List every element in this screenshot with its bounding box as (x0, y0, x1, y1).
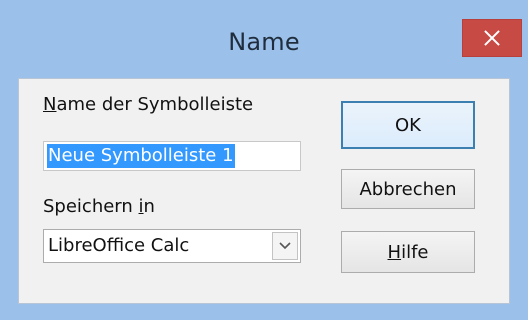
help-button-mnemonic: H (387, 241, 402, 263)
chevron-down-icon (279, 242, 291, 250)
save-in-label-pre: Speichern (43, 196, 139, 217)
dropdown-button[interactable] (272, 232, 298, 260)
cancel-button[interactable]: Abbrechen (341, 169, 475, 209)
dialog-window: Name Name der Symbolleiste Neue Symbolle… (0, 0, 528, 320)
title-bar[interactable]: Name (0, 0, 528, 78)
help-button-label: ilfe (401, 241, 429, 263)
toolbar-name-label-text: ame der Symbolleiste (56, 94, 254, 115)
help-button[interactable]: Hilfe (341, 231, 475, 273)
window-title: Name (228, 28, 300, 56)
toolbar-name-input[interactable]: Neue Symbolleiste 1 (43, 141, 301, 171)
ok-button-label: OK (395, 114, 421, 136)
save-in-label: Speichern in (43, 196, 155, 217)
toolbar-name-value: Neue Symbolleiste 1 (47, 144, 235, 168)
ok-button[interactable]: OK (341, 101, 475, 149)
close-icon (483, 29, 501, 47)
close-button[interactable] (462, 19, 522, 57)
save-in-label-post: n (143, 196, 155, 217)
dialog-content: Name der Symbolleiste Neue Symbolleiste … (18, 78, 510, 304)
save-in-select[interactable]: LibreOffice Calc (43, 229, 301, 263)
toolbar-name-label-mnemonic: N (43, 94, 57, 115)
save-in-selected-value: LibreOffice Calc (48, 235, 190, 256)
toolbar-name-label: Name der Symbolleiste (43, 94, 253, 115)
cancel-button-label: Abbrechen (359, 178, 457, 200)
